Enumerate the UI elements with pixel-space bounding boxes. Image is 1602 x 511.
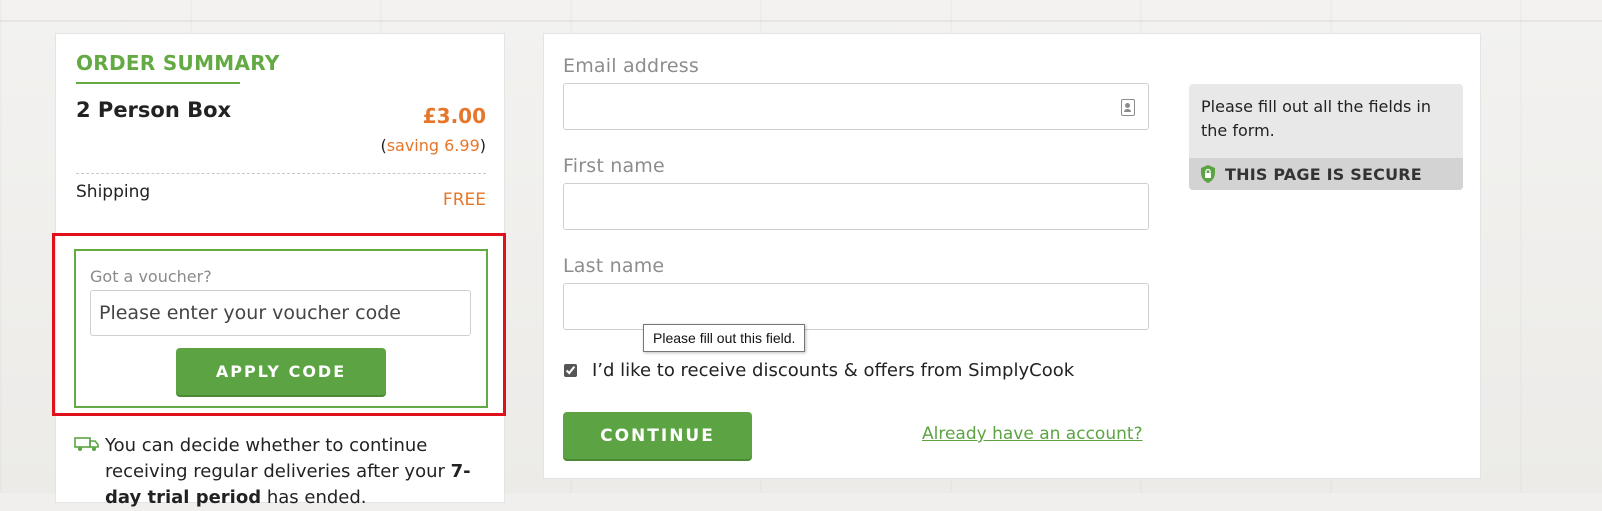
shield-lock-icon — [1201, 165, 1215, 183]
first-name-label: First name — [563, 155, 665, 177]
form-info-box: Please fill out all the fields in the fo… — [1189, 84, 1463, 190]
delivery-text-end: has ended. — [261, 487, 367, 508]
shipping-label: Shipping — [76, 182, 151, 202]
delivery-text: You can decide whether to continue recei… — [105, 433, 485, 511]
offers-checkbox[interactable] — [564, 364, 577, 377]
secure-banner: THIS PAGE IS SECURE — [1189, 158, 1463, 190]
saving-note: (saving 6.99) — [380, 136, 486, 155]
voucher-section: Got a voucher? APPLY CODE — [74, 249, 488, 408]
voucher-label: Got a voucher? — [90, 267, 212, 286]
truck-icon — [74, 437, 99, 451]
email-input[interactable] — [563, 83, 1149, 130]
shipping-value: FREE — [442, 190, 486, 210]
email-label: Email address — [563, 55, 699, 77]
first-name-input[interactable] — [563, 183, 1149, 230]
title-underline — [76, 82, 240, 84]
voucher-code-input[interactable] — [90, 290, 471, 336]
continue-button[interactable]: CONTINUE — [563, 412, 752, 459]
secure-label: THIS PAGE IS SECURE — [1225, 165, 1422, 184]
apply-code-button[interactable]: APPLY CODE — [176, 348, 386, 395]
delivery-text-start: You can decide whether to continue recei… — [105, 435, 451, 482]
product-price: £3.00 — [422, 104, 486, 128]
last-name-input[interactable] — [563, 283, 1149, 330]
offers-checkbox-label[interactable]: I’d like to receive discounts & offers f… — [592, 360, 1074, 381]
signup-form-panel: Email address First name Last name Pleas… — [543, 33, 1481, 479]
form-info-message: Please fill out all the fields in the fo… — [1201, 97, 1432, 140]
saving-amount: saving 6.99 — [386, 136, 480, 155]
summary-divider — [76, 173, 486, 174]
order-summary-title: ORDER SUMMARY — [76, 51, 280, 75]
contact-card-icon[interactable] — [1121, 99, 1135, 116]
product-name: 2 Person Box — [76, 98, 232, 122]
background-seam — [0, 20, 1602, 22]
already-have-account-link[interactable]: Already have an account? — [922, 424, 1143, 444]
validation-tooltip: Please fill out this field. — [643, 324, 806, 352]
saving-close-paren: ) — [479, 136, 486, 155]
last-name-label: Last name — [563, 255, 665, 277]
